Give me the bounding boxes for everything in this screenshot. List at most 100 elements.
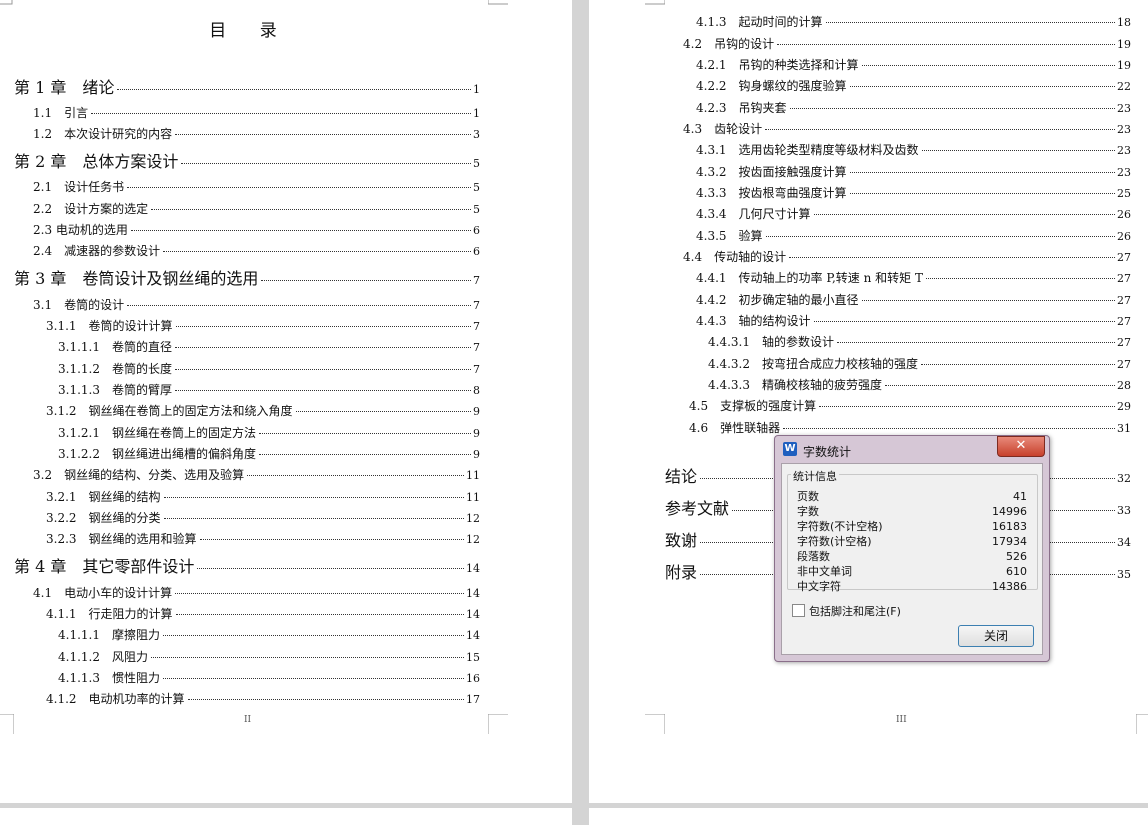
toc-entry[interactable]: 4.3 齿轮设计 23: [683, 122, 1131, 137]
toc-dot-leader: [175, 134, 471, 135]
toc-entry[interactable]: 4.1.1.3 惯性阻力 16: [58, 671, 480, 686]
toc-dot-leader: [884, 385, 1115, 386]
toc-entry[interactable]: 3.1.1.2 卷筒的长度 7: [58, 362, 480, 377]
toc-dot-leader: [819, 406, 1115, 407]
toc-entry[interactable]: 1.2 本次设计研究的内容 3: [33, 127, 480, 142]
toc-dot-leader: [117, 89, 471, 90]
toc-entry-page-number: 7: [473, 320, 480, 333]
toc-entry[interactable]: 2.3 电动机的选用 6: [33, 223, 480, 238]
include-footnotes-checkbox[interactable]: [792, 604, 805, 617]
toc-entry-page-number: 3: [473, 128, 480, 141]
toc-dot-leader: [836, 342, 1115, 343]
toc-entry[interactable]: 2.1 设计任务书 5: [33, 180, 480, 195]
margin-corner-mark: [645, 0, 665, 5]
toc-entry-page-number: 33: [1117, 504, 1131, 517]
toc-entry[interactable]: 3.1.1.3 卷筒的臂厚 8: [58, 383, 480, 398]
toc-entry[interactable]: 4.4.3.1 轴的参数设计 27: [708, 335, 1131, 350]
toc-dot-leader: [765, 129, 1115, 130]
toc-entry[interactable]: 3.1.2 钢丝绳在卷筒上的固定方法和绕入角度 9: [46, 404, 480, 419]
toc-entry[interactable]: 4.1.1 行走阻力的计算 14: [46, 607, 480, 622]
toc-entry[interactable]: 4.4.3.2 按弯扭合成应力校核轴的强度 27: [708, 357, 1131, 372]
toc-entry-title: 4.4.2 初步确定轴的最小直径: [696, 293, 859, 307]
toc-entry[interactable]: 3.1.1 卷筒的设计计算 7: [46, 319, 480, 334]
toc-entry-title: 4.3.3 按齿根弯曲强度计算: [696, 186, 847, 200]
toc-entry-page-number: 27: [1117, 294, 1131, 307]
toc-entry-page-number: 34: [1117, 536, 1131, 549]
toc-entry-page-number: 31: [1117, 422, 1131, 435]
toc-entry[interactable]: 4.4.1 传动轴上的功率 P,转速 n 和转矩 T 27: [696, 271, 1131, 286]
toc-entry[interactable]: 3.2.1 钢丝绳的结构 11: [46, 490, 480, 505]
toc-entry[interactable]: 4.4.3.3 精确校核轴的疲劳强度 28: [708, 378, 1131, 393]
toc-entry-title: 4.2.2 钩身螺纹的强度验算: [696, 79, 847, 93]
toc-entry[interactable]: 4.1.1.1 摩擦阻力 14: [58, 628, 480, 643]
toc-entry[interactable]: 3.1 卷筒的设计 7: [33, 298, 480, 313]
toc-entry[interactable]: 4.2 吊钩的设计 19: [683, 37, 1131, 52]
toc-chapter-entry[interactable]: 第 2 章 总体方案设计 5: [14, 153, 480, 173]
dialog-titlebar[interactable]: W 字数统计 ✕: [775, 436, 1049, 462]
toc-entry-page-number: 27: [1117, 315, 1131, 328]
margin-corner-mark: [0, 0, 13, 5]
toc-dot-leader: [163, 251, 471, 252]
toc-entry[interactable]: 3.2.2 钢丝绳的分类 12: [46, 511, 480, 526]
toc-entry[interactable]: 4.3.2 按齿面接触强度计算 23: [696, 165, 1131, 180]
stat-value: 16183: [992, 520, 1027, 533]
toc-entry-page-number: 27: [1117, 358, 1131, 371]
toc-entry[interactable]: 4.2.2 钩身螺纹的强度验算 22: [696, 79, 1131, 94]
toc-chapter-entry[interactable]: 第 1 章 绪论 1: [14, 79, 480, 99]
toc-entry[interactable]: 4.1.1.2 风阻力 15: [58, 650, 480, 665]
toc-entry[interactable]: 4.1.2 电动机功率的计算 17: [46, 692, 480, 707]
toc-entry-title: 4.1.1.2 风阻力: [58, 650, 148, 664]
toc-entry-title: 3.1 卷筒的设计: [33, 298, 125, 312]
toc-chapter-entry[interactable]: 第 3 章 卷筒设计及钢丝绳的选用 7: [14, 270, 480, 290]
toc-entry-page-number: 26: [1117, 208, 1131, 221]
include-footnotes-label[interactable]: 包括脚注和尾注(F): [809, 603, 901, 619]
toc-entry[interactable]: 2.2 设计方案的选定 5: [33, 202, 480, 217]
toc-entry-page-number: 1: [473, 83, 480, 96]
toc-entry-title: 1.2 本次设计研究的内容: [33, 127, 173, 141]
toc-entry[interactable]: 3.1.2.1 钢丝绳在卷筒上的固定方法 9: [58, 426, 480, 441]
toc-entry-title: 2.2 设计方案的选定: [33, 202, 149, 216]
toc-entry[interactable]: 4.4 传动轴的设计 27: [683, 250, 1131, 265]
toc-entry-page-number: 19: [1117, 59, 1131, 72]
toc-entry[interactable]: 4.1.3 起动时间的计算 18: [696, 15, 1131, 30]
toc-entry[interactable]: 4.3.3 按齿根弯曲强度计算 25: [696, 186, 1131, 201]
toc-entry[interactable]: 3.1.2.2 钢丝绳进出绳槽的偏斜角度 9: [58, 447, 480, 462]
toc-entry-page-number: 23: [1117, 166, 1131, 179]
toc-entry-page-number: 14: [466, 608, 480, 621]
close-icon[interactable]: ✕: [997, 436, 1045, 457]
toc-entry[interactable]: 4.4.3 轴的结构设计 27: [696, 314, 1131, 329]
toc-entry[interactable]: 3.1.1.1 卷筒的直径 7: [58, 340, 480, 355]
toc-entry[interactable]: 4.2.3 吊钩夹套 23: [696, 101, 1131, 116]
toc-entry[interactable]: 4.3.4 几何尺寸计算 26: [696, 207, 1131, 222]
toc-entry[interactable]: 2.4 减速器的参数设计 6: [33, 244, 480, 259]
toc-entry-title: 2.1 设计任务书: [33, 180, 125, 194]
toc-dot-leader: [127, 305, 471, 306]
toc-chapter-entry[interactable]: 第 4 章 其它零部件设计 14: [14, 558, 480, 578]
toc-entry-title: 3.1.1.2 卷筒的长度: [58, 362, 172, 376]
close-button[interactable]: 关闭: [958, 625, 1034, 647]
toc-dot-leader: [261, 280, 471, 281]
toc-dot-leader: [162, 635, 464, 636]
toc-entry[interactable]: 4.4.2 初步确定轴的最小直径 27: [696, 293, 1131, 308]
toc-entry-title: 4.1.2 电动机功率的计算: [46, 692, 185, 706]
toc-entry[interactable]: 4.1 电动小车的设计计算 14: [33, 586, 480, 601]
word-count-dialog: W 字数统计 ✕ 统计信息 页数 41 字数 14996 字符数(不计空格) 16183 字…: [774, 435, 1050, 662]
toc-entry[interactable]: 4.6 弹性联轴器 31: [689, 421, 1131, 436]
toc-entry-title: 3.1.1.1 卷筒的直径: [58, 340, 172, 354]
toc-entry[interactable]: 1.1 引言 1: [33, 106, 480, 121]
toc-entry[interactable]: 3.2.3 钢丝绳的选用和验算 12: [46, 532, 480, 547]
toc-dot-leader: [925, 278, 1115, 279]
toc-entry-page-number: 29: [1117, 400, 1131, 413]
toc-entry[interactable]: 4.2.1 吊钩的种类选择和计算 19: [696, 58, 1131, 73]
toc-entry-page-number: 6: [473, 224, 480, 237]
toc-entry[interactable]: 4.3.5 验算 26: [696, 229, 1131, 244]
toc-entry[interactable]: 4.5 支撑板的强度计算 29: [689, 399, 1131, 414]
toc-entry[interactable]: 4.3.1 选用齿轮类型精度等级材料及齿数 23: [696, 143, 1131, 158]
stat-row: 中文字符 14386: [797, 580, 1027, 594]
toc-entry-page-number: 35: [1117, 568, 1131, 581]
toc-entry-page-number: 1: [473, 107, 480, 120]
toc-entry-title: 第 1 章 绪论: [14, 78, 115, 97]
toc-entry[interactable]: 3.2 钢丝绳的结构、分类、选用及验算 11: [33, 468, 480, 483]
toc-dot-leader: [258, 454, 471, 455]
toc-dot-leader: [247, 475, 464, 476]
